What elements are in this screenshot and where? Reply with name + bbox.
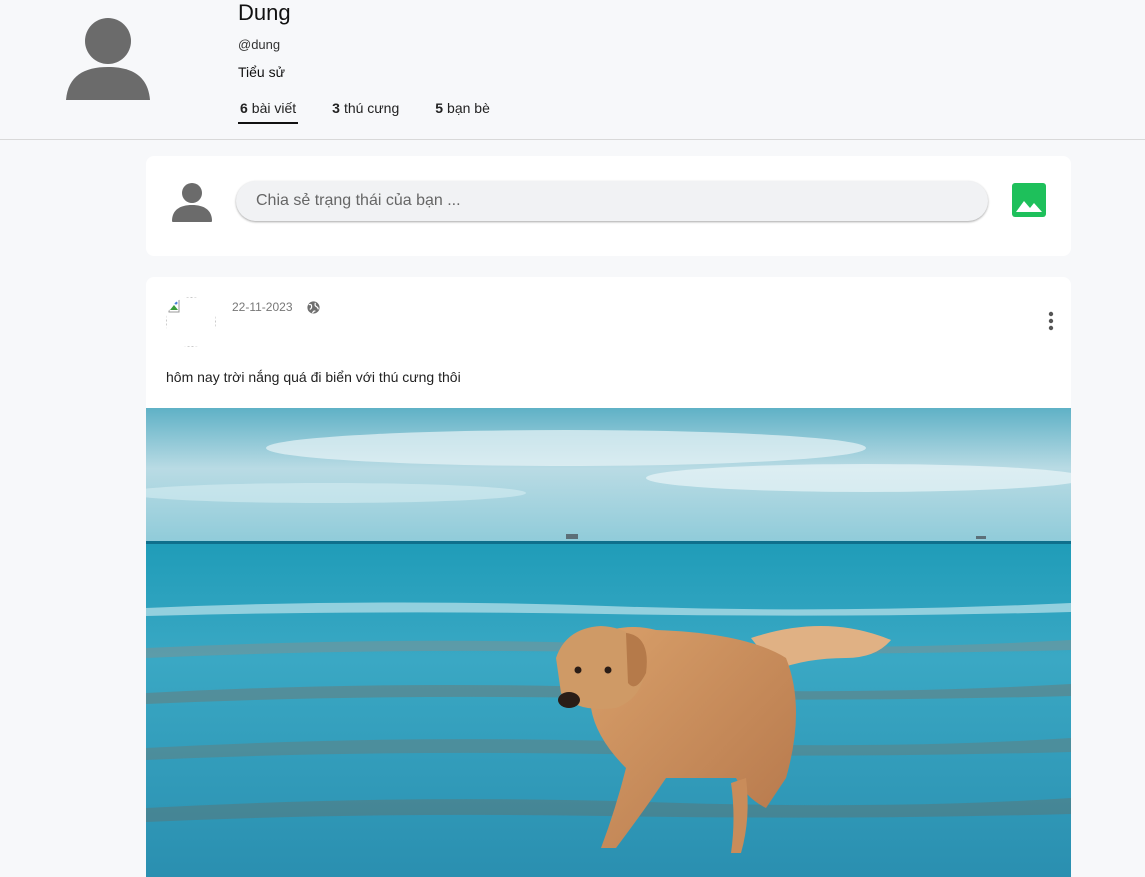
profile-bio: Tiểu sử — [238, 64, 285, 80]
post-date: 22-11-2023 — [232, 300, 293, 314]
globe-icon — [307, 301, 320, 314]
post-photo[interactable] — [146, 408, 1071, 877]
user-avatar-icon — [172, 183, 212, 222]
profile-name: Dung — [238, 0, 291, 25]
post-text: hôm nay trời nắng quá đi biển với thú cư… — [166, 369, 461, 385]
posts-label: bài viết — [251, 100, 297, 116]
profile-avatar[interactable] — [66, 18, 150, 100]
broken-image-icon — [166, 297, 216, 347]
post-card: 22-11-2023 hôm nay trời nắng quá đi biển… — [146, 277, 1071, 877]
posts-count: 6 — [240, 100, 248, 116]
profile-stats-tabs: 6 bài viết 3 thú cưng 5 bạn bè — [238, 98, 524, 124]
pets-count: 3 — [332, 100, 340, 116]
more-options-icon[interactable] — [1041, 310, 1061, 332]
profile-handle: @dung — [238, 37, 281, 52]
friends-count: 5 — [435, 100, 444, 116]
friends-label: bạn bè — [447, 100, 490, 116]
status-composer — [146, 156, 1071, 256]
tab-friends[interactable]: 5 bạn bè — [433, 98, 492, 124]
pets-label: thú cưng — [343, 100, 400, 116]
profile-header: Dung @dung Tiểu sử 6 bài viết 3 thú cưng 5… — [0, 0, 1145, 140]
tab-pets[interactable]: 3 thú cưng — [330, 98, 401, 124]
image-icon[interactable] — [1011, 182, 1047, 218]
status-input[interactable] — [236, 181, 988, 221]
tab-posts[interactable]: 6 bài viết — [238, 98, 299, 124]
post-author-avatar[interactable] — [166, 297, 216, 347]
